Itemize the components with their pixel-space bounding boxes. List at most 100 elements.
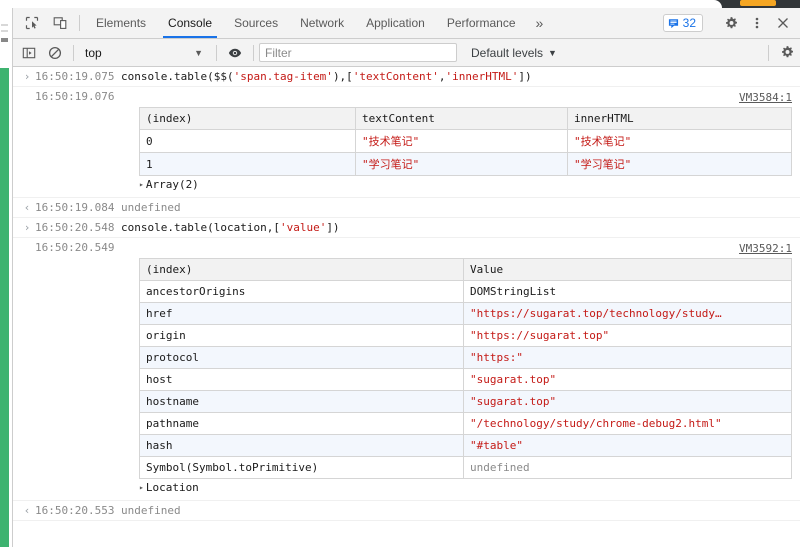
console-command-row[interactable]: › 16:50:20.548 console.table(location,['v… [13,218,800,238]
console-toolbar: top ▼ Default levels ▼ [13,39,800,67]
table-cell-value: undefined [463,456,792,479]
table-cell-value: "#table" [463,434,792,457]
device-toolbar-icon[interactable] [46,8,74,38]
console-timestamp: 16:50:20.549 [35,241,115,254]
table-row: protocol "https:" [139,346,792,369]
table-cell-index: href [139,302,464,325]
tab-elements[interactable]: Elements [85,8,157,38]
gear-icon[interactable] [718,8,744,39]
table-cell-index: hostname [139,390,464,413]
devtools-panel: Elements Console Sources Network Applica… [12,8,800,547]
table-cell-textcontent: "技术笔记" [355,129,568,153]
console-timestamp: 16:50:19.076 [35,90,115,103]
console-command-row[interactable]: › 16:50:19.075 console.table($$('span.tag… [13,67,800,87]
eye-glyph [228,48,242,57]
table-row: hostname "sugarat.top" [139,390,792,413]
command-arrow-icon: › [23,70,31,83]
page-content-sliver [0,8,12,547]
page-sliver-line-1 [1,24,8,26]
object-expander-label: Array(2) [145,178,199,191]
clear-console-icon[interactable] [42,39,68,67]
device-toolbar-glyph [53,17,67,29]
table-cell-value: "https:" [463,346,792,369]
tab-network[interactable]: Network [289,8,355,38]
console-settings-gear-icon[interactable] [774,39,800,67]
toolbar-divider-2 [216,44,217,61]
table-cell-index: origin [139,324,464,347]
console-output-value: undefined [121,504,181,517]
table-row: host "sugarat.top" [139,368,792,391]
table-row: href "https://sugarat.top/technology/stu… [139,302,792,325]
issues-message-icon [668,18,678,28]
table-header-row: (index) Value [139,258,792,281]
gear-glyph [725,16,737,28]
table-row: origin "https://sugarat.top" [139,324,792,347]
table-row: Symbol(Symbol.toPrimitive) undefined [139,456,792,479]
object-expander-label: Location [145,481,199,494]
console-output[interactable]: › 16:50:19.075 console.table($$('span.tag… [13,67,800,547]
browser-tab-strip [0,0,722,8]
filter-input[interactable] [259,43,457,62]
live-expression-icon[interactable] [222,39,248,67]
browser-extension-badge [740,0,776,6]
table-header-index: (index) [139,258,464,281]
issues-badge[interactable]: 32 [662,14,703,32]
console-sidebar-glyph [22,47,36,58]
tab-sources[interactable]: Sources [223,8,289,38]
console-output-row: ‹ 16:50:20.553 undefined [13,501,800,521]
log-levels-select[interactable]: Default levels ▼ [471,46,557,60]
source-link[interactable]: VM3592:1 [739,242,792,255]
console-sidebar-icon[interactable] [16,39,42,67]
output-arrow-icon: ‹ [23,504,31,517]
table-header-innerhtml: innerHTML [567,107,792,130]
console-table: (index) Value ancestorOrigins DOMStringL… [139,258,792,479]
table-row: 1 "学习笔记" "学习笔记" [139,152,792,176]
table-cell-index: protocol [139,346,464,369]
console-table-result: 16:50:20.549 VM3592:1 (index) Value ance… [13,238,800,501]
more-tabs-chevron-icon[interactable]: » [527,8,553,38]
output-arrow-icon: ‹ [23,201,31,214]
tab-performance[interactable]: Performance [436,8,527,38]
browser-chrome-strip [0,0,800,8]
triangle-right-icon: ▸ [139,483,144,492]
console-settings-glyph [781,46,793,58]
object-expander[interactable]: ▸ Array(2) [139,178,800,191]
table-cell-value: "/technology/study/chrome-debug2.html" [463,412,792,435]
table-header-index: (index) [139,107,356,130]
kebab-glyph [755,17,759,29]
close-icon[interactable] [770,8,796,39]
table-cell-innerhtml: "学习笔记" [567,152,792,176]
table-cell-index: ancestorOrigins [139,280,464,303]
table-header-value: Value [463,258,792,281]
table-header-row: (index) textContent innerHTML [139,107,792,130]
console-output-value: undefined [121,201,181,214]
triangle-right-icon: ▸ [139,180,144,189]
tabbar-divider [79,15,80,31]
table-row: pathname "/technology/study/chrome-debug… [139,412,792,435]
tab-application[interactable]: Application [355,8,436,38]
chevron-down-icon: ▼ [194,47,203,58]
tab-console[interactable]: Console [157,8,223,38]
table-cell-value: "sugarat.top" [463,368,792,391]
toolbar-divider-1 [73,44,74,61]
page-sliver-line-2 [1,30,8,32]
table-cell-value: "sugarat.top" [463,390,792,413]
console-toolbar-right [763,39,800,67]
toolbar-divider-4 [768,44,769,61]
devtools-window: Elements Console Sources Network Applica… [0,0,800,547]
console-command-text: console.table($$('span.tag-item'),['text… [121,70,532,83]
execution-context-select[interactable]: top ▼ [79,46,211,60]
table-cell-value: "https://sugarat.top/technology/study… [463,302,792,325]
kebab-menu-icon[interactable] [744,8,770,39]
source-link[interactable]: VM3584:1 [739,91,792,104]
table-cell-index: 0 [139,129,356,153]
devtools-tabbar: Elements Console Sources Network Applica… [13,8,800,39]
table-cell-index: host [139,368,464,391]
table-cell-index: Symbol(Symbol.toPrimitive) [139,456,464,479]
object-expander[interactable]: ▸ Location [139,481,800,494]
inspect-element-icon[interactable] [18,8,46,38]
console-command-text: console.table(location,['value']) [121,221,340,234]
chevron-down-icon: ▼ [548,47,557,58]
toolbar-divider-3 [253,44,254,61]
page-accent-bar [0,68,9,547]
